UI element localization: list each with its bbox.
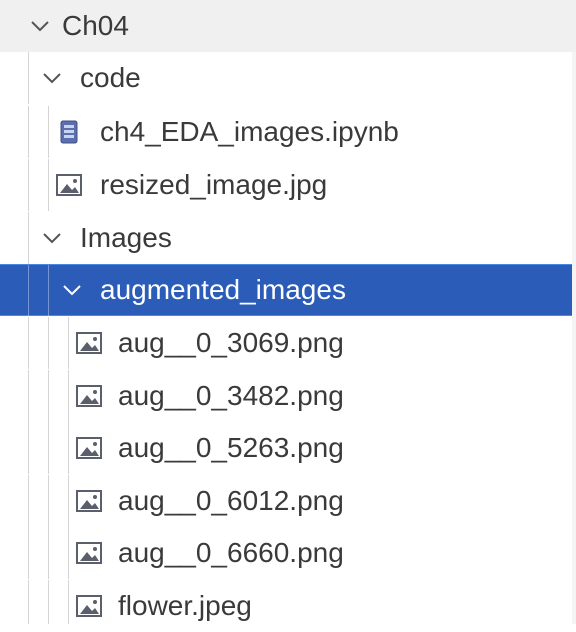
indent-guide — [68, 422, 69, 474]
tree-file-image[interactable]: resized_image.jpg — [0, 159, 576, 211]
image-file-icon — [76, 540, 102, 566]
indent-guide — [48, 159, 49, 211]
tree-file-image[interactable]: aug__0_6660.png — [0, 527, 576, 579]
indent-guide — [28, 370, 29, 422]
indent-guide — [48, 422, 49, 474]
file-label: aug__0_6660.png — [118, 537, 344, 568]
indent-guide — [48, 527, 49, 579]
chevron-down-icon[interactable] — [40, 66, 64, 90]
indent-guide — [48, 475, 49, 527]
file-label: aug__0_5263.png — [118, 432, 344, 463]
tree-file-image[interactable]: aug__0_5263.png — [0, 422, 576, 474]
indent-guide — [28, 52, 29, 104]
indent-guide — [48, 370, 49, 422]
file-label: ch4_EDA_images.ipynb — [100, 116, 399, 147]
indent-guide — [48, 317, 49, 369]
indent-guide — [68, 580, 69, 624]
tree-file-notebook[interactable]: ch4_EDA_images.ipynb — [0, 106, 576, 158]
scrollbar-track[interactable] — [572, 52, 576, 624]
image-file-icon — [76, 593, 102, 619]
indent-guide — [48, 580, 49, 624]
image-file-icon — [56, 172, 82, 198]
indent-guide — [28, 212, 29, 264]
chevron-down-icon[interactable] — [40, 226, 64, 250]
file-explorer-tree: Ch04 code ch4_EDA_images.ipynb resized_i… — [0, 0, 576, 624]
folder-label: Images — [80, 222, 172, 253]
indent-guide — [28, 317, 29, 369]
image-file-icon — [76, 330, 102, 356]
tree-folder-code[interactable]: code — [0, 52, 576, 104]
folder-label: code — [80, 62, 141, 93]
chevron-down-icon[interactable] — [60, 278, 84, 302]
indent-guide — [28, 580, 29, 624]
indent-guide — [48, 265, 49, 317]
indent-guide — [68, 475, 69, 527]
file-label: aug__0_3482.png — [118, 380, 344, 411]
tree-folder-ch04[interactable]: Ch04 — [0, 0, 576, 52]
indent-guide — [28, 422, 29, 474]
notebook-icon — [56, 119, 82, 145]
indent-guide — [68, 527, 69, 579]
chevron-down-icon[interactable] — [28, 14, 52, 38]
file-label: flower.jpeg — [118, 590, 252, 621]
image-file-icon — [76, 488, 102, 514]
folder-label: augmented_images — [100, 274, 346, 305]
indent-guide — [28, 265, 29, 317]
indent-guide — [28, 527, 29, 579]
file-label: aug__0_3069.png — [118, 327, 344, 358]
tree-file-image[interactable]: aug__0_3482.png — [0, 370, 576, 422]
tree-file-image[interactable]: aug__0_3069.png — [0, 317, 576, 369]
indent-guide — [28, 106, 29, 158]
indent-guide — [68, 370, 69, 422]
indent-guide — [68, 317, 69, 369]
indent-guide — [28, 159, 29, 211]
indent-guide — [28, 475, 29, 527]
file-label: aug__0_6012.png — [118, 485, 344, 516]
file-label: resized_image.jpg — [100, 169, 328, 200]
tree-file-image[interactable]: flower.jpeg — [0, 580, 576, 632]
tree-folder-images[interactable]: Images — [0, 212, 576, 264]
indent-guide — [48, 106, 49, 158]
image-file-icon — [76, 383, 102, 409]
folder-label: Ch04 — [62, 10, 129, 41]
tree-folder-augmented-images[interactable]: augmented_images — [0, 264, 576, 317]
tree-file-image[interactable]: aug__0_6012.png — [0, 475, 576, 527]
image-file-icon — [76, 435, 102, 461]
